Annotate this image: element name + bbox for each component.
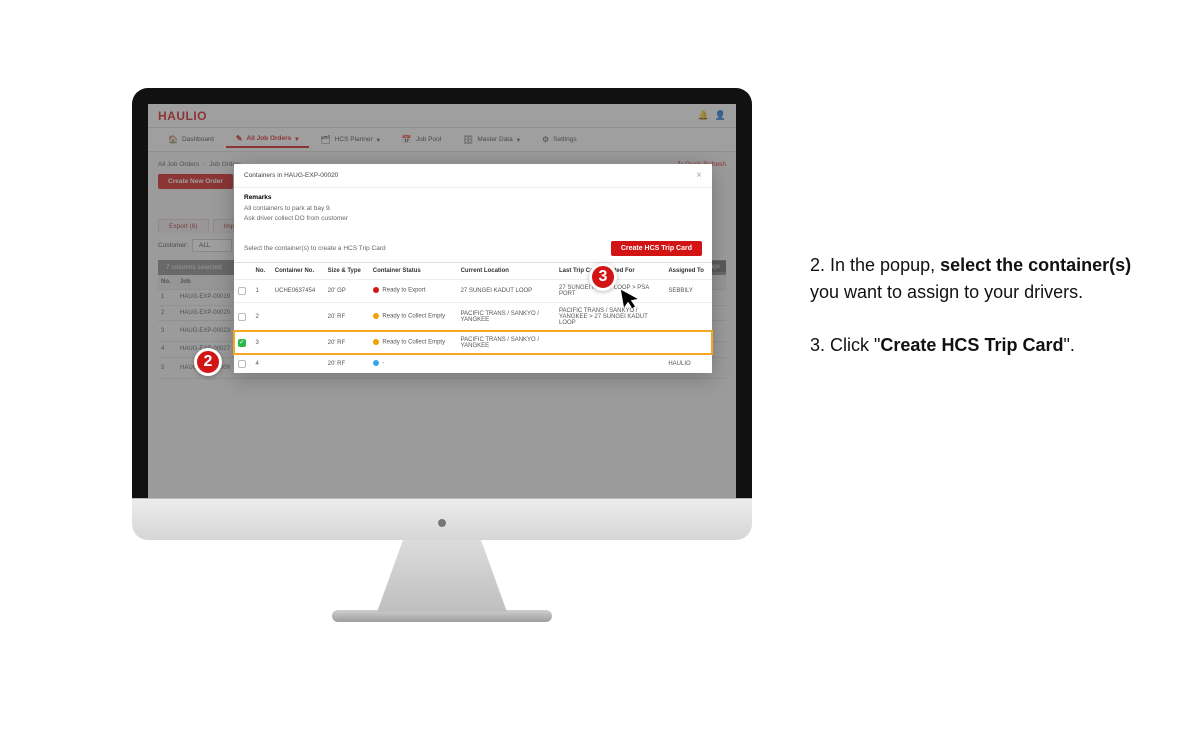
container-row[interactable]: 420' RF -HAULIO	[234, 354, 712, 373]
containers-popup: Containers in HAUG-EXP-00020 × Remarks A…	[234, 164, 712, 373]
device-mockup: HAULIO 🔔 👤 🏠Dashboard ✎All Job Orders ▾ …	[132, 88, 752, 622]
instruction-step-2: 2. In the popup, select the container(s)…	[810, 252, 1150, 306]
status-dot-icon	[373, 313, 379, 319]
status-dot-icon	[373, 360, 379, 366]
remark-line: Ask driver collect DO from customer	[244, 214, 702, 224]
row-checkbox[interactable]	[238, 360, 246, 368]
callout-badge-3: 3	[589, 263, 617, 291]
containers-table: No. Container No. Size & Type Container …	[234, 262, 712, 373]
status-dot-icon	[373, 287, 379, 293]
remarks-heading: Remarks	[244, 194, 702, 201]
popup-title: Containers in HAUG-EXP-00020	[244, 172, 338, 179]
create-hcs-trip-card-button[interactable]: Create HCS Trip Card	[611, 241, 702, 256]
cursor-icon	[618, 284, 647, 318]
container-row[interactable]: 320' RF Ready to Collect EmptyPACIFIC TR…	[234, 331, 712, 354]
row-checkbox[interactable]	[238, 287, 246, 295]
callout-badge-2: 2	[194, 348, 222, 376]
instruction-panel: 2. In the popup, select the container(s)…	[810, 252, 1150, 385]
instruction-step-3: 3. Click "Create HCS Trip Card".	[810, 332, 1150, 359]
close-icon[interactable]: ×	[696, 170, 702, 181]
row-checkbox[interactable]	[238, 339, 246, 347]
row-checkbox[interactable]	[238, 313, 246, 321]
remark-line: All containers to park at bay 9.	[244, 204, 702, 214]
select-hint: Select the container(s) to create a HCS …	[244, 245, 386, 252]
status-dot-icon	[373, 339, 379, 345]
